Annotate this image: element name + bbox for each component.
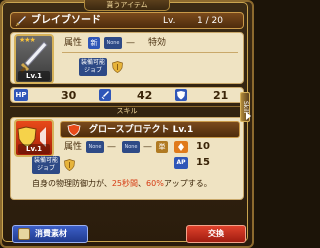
- dialog-title: 貰うアイテム: [84, 0, 170, 11]
- attack-icon: [99, 89, 111, 101]
- desc-suffix: アップする。: [163, 179, 212, 188]
- exchange-button[interactable]: 交換: [186, 225, 246, 243]
- desc-prefix: 自身の物理防御力が、: [32, 179, 112, 188]
- skill-equippable-job-label: 装備可能 ジョブ: [32, 156, 60, 174]
- hp-label: HP: [14, 89, 28, 101]
- sp-cost-icon: [174, 141, 188, 153]
- attribute-dash: —: [126, 38, 135, 48]
- desc-duration: 25秒間: [111, 179, 139, 188]
- item-name-bar: ブレイブソード Lv. 1 / 20: [10, 12, 244, 29]
- attribute-none-badge: None: [104, 37, 122, 49]
- item-thumb-level: Lv.1: [18, 71, 50, 81]
- skill-thumb-level: Lv.1: [18, 144, 50, 154]
- item-attribute-row: 属性 新 None — 特効: [60, 36, 240, 50]
- skill-name-bar: グロースプロテクト Lv.1: [60, 121, 240, 138]
- skill-attribute-row: 属性 None — None — 単 10: [60, 140, 240, 154]
- skill-thumbnail[interactable]: Lv.1: [14, 119, 54, 157]
- sp-cost-value: 10: [196, 141, 210, 152]
- consumed-materials-button[interactable]: 消費素材: [12, 225, 88, 243]
- stats-row: HP 30 42 21: [10, 87, 244, 103]
- item-name: ブレイブソード: [31, 15, 101, 26]
- shield-icon: [112, 61, 123, 73]
- level-value: 1 / 20: [197, 16, 223, 26]
- skill-description: 自身の物理防御力が、25秒間、60%アップする。: [32, 178, 242, 190]
- desc-mid: 、: [138, 179, 147, 188]
- skill-attribute-label: 属性: [64, 142, 83, 152]
- defense-icon: [175, 89, 187, 101]
- item-thumbnail[interactable]: ★★★ Lv.1: [14, 34, 54, 84]
- skill-name: グロースプロテクト Lv.1: [89, 125, 194, 135]
- material-icon: [18, 228, 30, 240]
- skill-attribute-dash-1: —: [107, 142, 116, 152]
- skill-type-icon: [67, 124, 81, 136]
- skill-attribute-none-badge-1: None: [86, 141, 104, 153]
- skill-attribute-none-badge-2: None: [122, 141, 140, 153]
- skill-target-badge: 単: [156, 141, 168, 153]
- skill-section-label: スキル: [116, 107, 138, 115]
- ap-cost-value: 15: [196, 157, 210, 168]
- level-label: Lv.: [163, 16, 176, 26]
- ap-cost-row: AP 15: [174, 156, 240, 170]
- chevron-right-icon[interactable]: [246, 112, 251, 120]
- ap-cost-label: AP: [174, 157, 188, 169]
- item-divider: [62, 52, 238, 53]
- special-label: 特効: [148, 38, 167, 48]
- desc-percent: 60%: [146, 179, 164, 188]
- sword-icon: [15, 15, 27, 27]
- skill-shield-job-icon: [64, 159, 75, 171]
- new-badge: 新: [88, 37, 100, 49]
- skill-section-header: スキル: [10, 106, 244, 116]
- attribute-label: 属性: [64, 38, 83, 48]
- consumed-materials-label: 消費素材: [35, 229, 67, 238]
- equippable-job-label: 装備可能 ジョブ: [79, 58, 107, 76]
- attack-value: 42: [137, 89, 153, 102]
- defense-value: 21: [213, 89, 229, 102]
- hp-value: 30: [61, 89, 77, 102]
- skill-attribute-dash-2: —: [143, 142, 152, 152]
